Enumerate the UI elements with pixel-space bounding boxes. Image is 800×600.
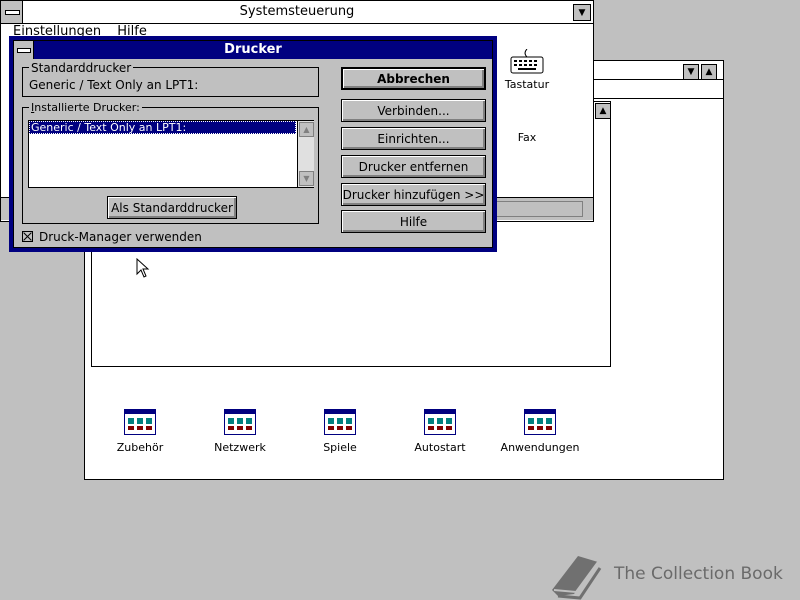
control-panel-item-tastatur[interactable]: Tastatur (497, 48, 557, 91)
control-panel-item-fax[interactable]: Fax (497, 131, 557, 144)
group-netzwerk[interactable]: Netzwerk (195, 409, 285, 454)
program-group-icon (524, 409, 556, 435)
control-panel-item-label: Fax (517, 131, 537, 144)
set-default-button-label: Als Standarddrucker (111, 200, 233, 215)
mouse-cursor-icon (136, 258, 150, 278)
remove-printer-button-label: Drucker entfernen (358, 159, 469, 174)
control-panel-system-menu-icon[interactable] (1, 1, 23, 23)
printer-dialog-body: Drucker Standarddrucker Generic / Text O… (13, 40, 493, 248)
dialog-title: Drucker (224, 42, 282, 57)
program-group-icon (324, 409, 356, 435)
setup-button[interactable]: Einrichten... (341, 127, 486, 150)
remove-printer-button[interactable]: Drucker entfernen (341, 155, 486, 178)
group-label: Anwendungen (500, 441, 580, 454)
book-icon (552, 556, 602, 600)
keyboard-icon (510, 48, 544, 74)
help-button-label: Hilfe (399, 214, 428, 229)
connect-button[interactable]: Verbinden... (341, 99, 486, 122)
program-manager-maximize-button[interactable]: ▲ (701, 64, 717, 80)
default-printer-label: Standarddrucker (29, 61, 134, 75)
listbox-scrollbar[interactable]: ▲ ▼ (297, 121, 314, 187)
control-panel-titlebar[interactable]: Systemsteuerung (1, 1, 593, 24)
program-group-icon (124, 409, 156, 435)
cancel-button[interactable]: Abbrechen (341, 67, 486, 90)
printer-dialog: Drucker Standarddrucker Generic / Text O… (9, 36, 497, 252)
print-manager-checkbox[interactable] (22, 231, 33, 242)
installed-printers-listbox[interactable]: Generic / Text Only an LPT1: ▲ ▼ (28, 120, 314, 188)
installed-printers-label: Installierte Drucker: (29, 101, 142, 114)
program-group-icon (424, 409, 456, 435)
group-label: Autostart (414, 441, 466, 454)
scroll-up-button[interactable]: ▲ (595, 103, 611, 119)
group-autostart[interactable]: Autostart (395, 409, 485, 454)
group-spiele[interactable]: Spiele (295, 409, 385, 454)
cancel-button-label: Abbrechen (377, 71, 450, 86)
dialog-system-menu-icon[interactable] (14, 41, 34, 59)
scroll-down-icon[interactable]: ▼ (299, 171, 314, 186)
group-label: Spiele (323, 441, 357, 454)
watermark-text: The Collection Book (614, 564, 783, 584)
program-group-icon (224, 409, 256, 435)
dialog-titlebar[interactable]: Drucker (14, 41, 492, 59)
default-printer-group: Standarddrucker Generic / Text Only an L… (22, 61, 319, 97)
group-label: Netzwerk (214, 441, 266, 454)
control-panel-item-label: Tastatur (504, 78, 550, 91)
group-label: Zubehör (116, 441, 164, 454)
status-well (483, 201, 583, 217)
printer-list-item[interactable]: Generic / Text Only an LPT1: (29, 121, 296, 134)
default-printer-value: Generic / Text Only an LPT1: (29, 78, 199, 92)
print-manager-checkbox-label[interactable]: Druck-Manager verwenden (39, 230, 202, 244)
control-panel-title: Systemsteuerung (239, 4, 355, 19)
watermark: The Collection Book (548, 552, 800, 600)
group-anwendungen[interactable]: Anwendungen (495, 409, 585, 454)
setup-button-label: Einrichten... (377, 131, 450, 146)
installed-printers-group: Installierte Drucker: Generic / Text Onl… (22, 101, 319, 224)
connect-button-label: Verbinden... (377, 103, 450, 118)
set-default-printer-button[interactable]: Als Standarddrucker (107, 196, 237, 219)
program-manager-dropdown-button[interactable]: ▼ (683, 64, 699, 80)
help-button[interactable]: Hilfe (341, 210, 486, 233)
add-printer-button-label: Drucker hinzufügen >> (342, 187, 485, 202)
group-zubehoer[interactable]: Zubehör (95, 409, 185, 454)
control-panel-minimize-button[interactable]: ▼ (573, 4, 591, 21)
add-printer-button[interactable]: Drucker hinzufügen >> (341, 183, 486, 206)
scroll-up-icon[interactable]: ▲ (299, 122, 314, 137)
